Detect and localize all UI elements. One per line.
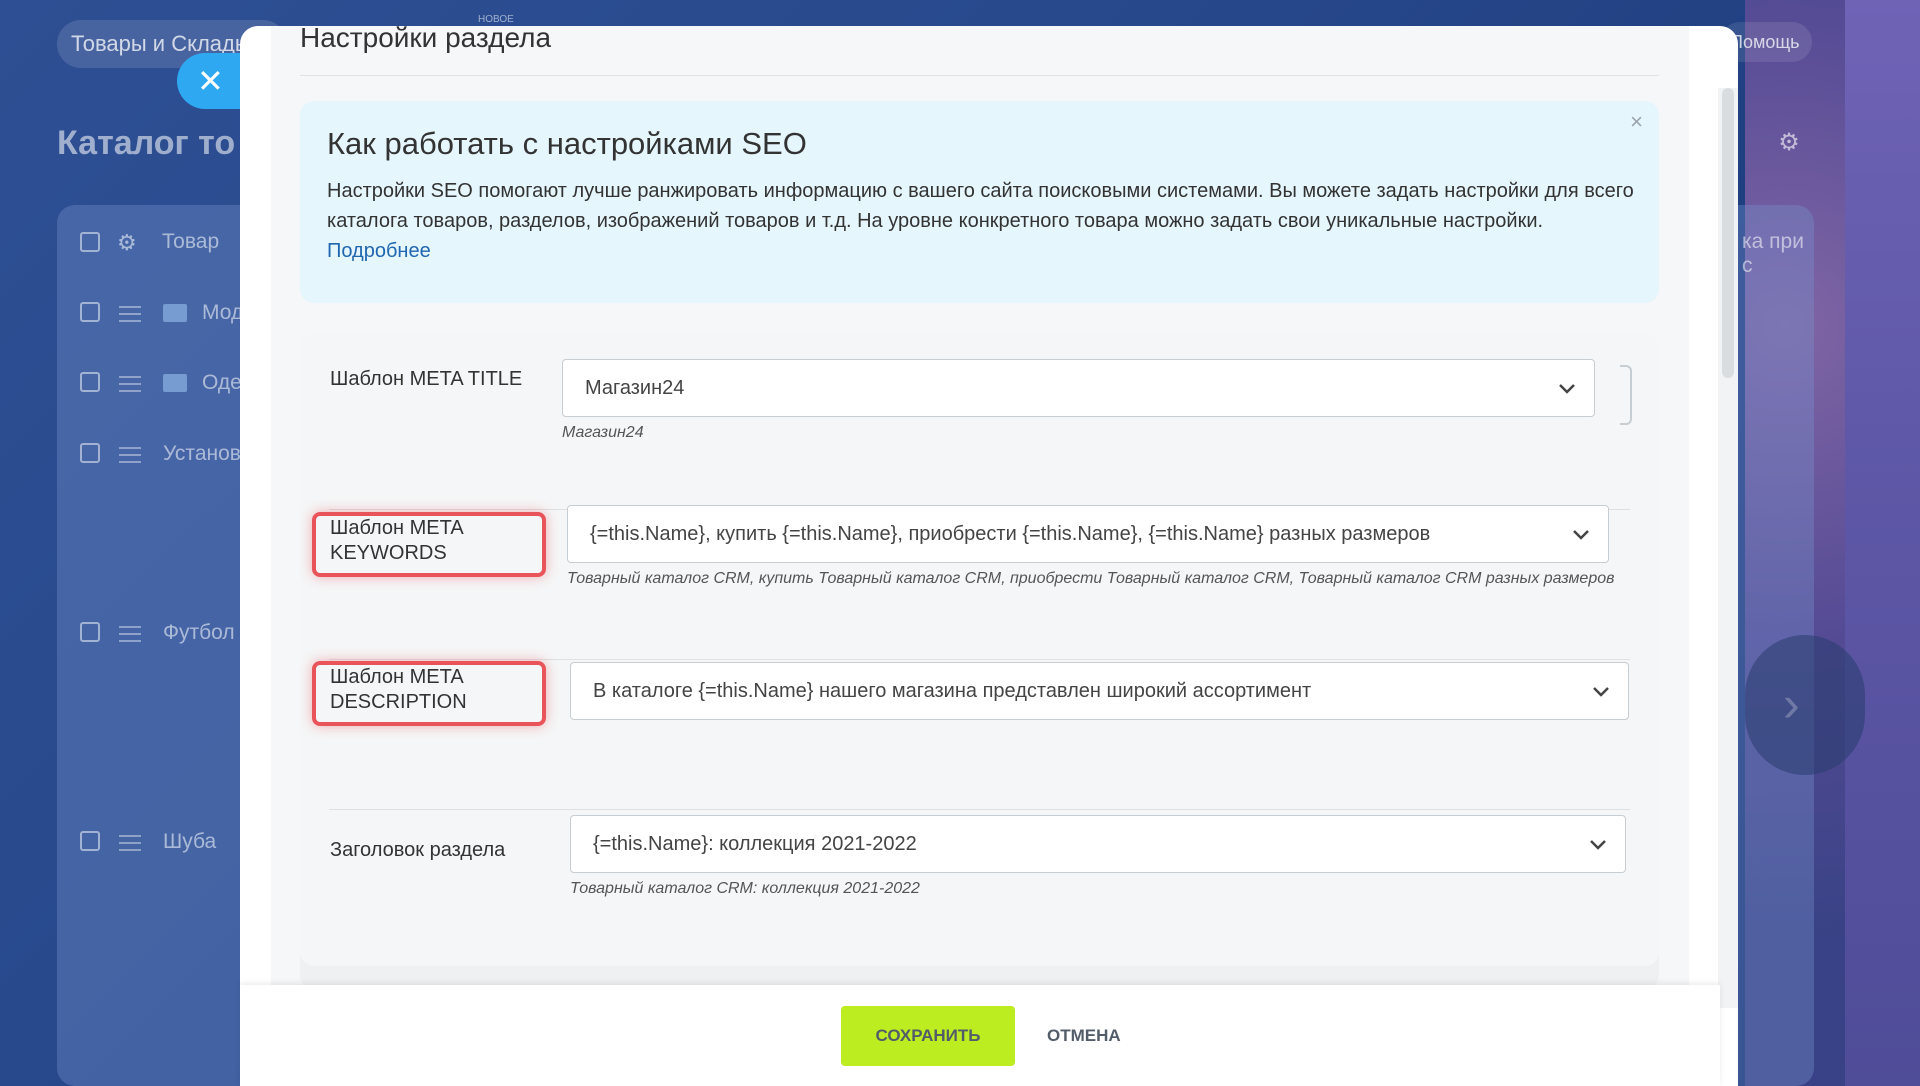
meta-title-value: Магазин24 <box>585 377 685 399</box>
row-checkbox[interactable] <box>80 302 100 322</box>
section-heading-label: Заголовок раздела <box>330 839 506 861</box>
info-close-icon[interactable]: × <box>1630 109 1643 135</box>
meta-keywords-hint: Товарный каталог CRM, купить Товарный ка… <box>567 570 1615 587</box>
table-row[interactable]: Шуба <box>163 830 216 854</box>
info-title: Как работать с настройками SEO <box>327 126 807 161</box>
section-heading-hint: Товарный каталог CRM: коллекция 2021-202… <box>570 880 920 897</box>
panel-title: Настройки раздела <box>300 22 552 53</box>
meta-keywords-select[interactable]: {=this.Name}, купить {=this.Name}, приоб… <box>567 505 1609 563</box>
meta-keywords-label: Шаблон META KEYWORDS <box>330 517 463 564</box>
close-icon: ✕ <box>197 63 224 99</box>
scrollbar-thumb[interactable] <box>1722 88 1734 378</box>
drag-handle-icon[interactable] <box>119 447 141 463</box>
row-checkbox[interactable] <box>80 622 100 642</box>
row-checkbox[interactable] <box>80 831 100 851</box>
section-settings-panel: Настройки раздела Как работать с настрой… <box>240 22 1738 1086</box>
chevron-down-icon <box>1592 663 1610 719</box>
meta-keywords-value: {=this.Name}, купить {=this.Name}, приоб… <box>590 523 1431 545</box>
save-button[interactable]: СОХРАНИТЬ <box>841 1006 1015 1066</box>
meta-title-hint: Магазин24 <box>562 424 644 441</box>
divider <box>329 809 1630 810</box>
meta-description-label: Шаблон META DESCRIPTION <box>330 666 467 713</box>
meta-description-select[interactable]: В каталоге {=this.Name} нашего магазина … <box>570 662 1629 720</box>
column-header-right[interactable]: ка при с <box>1742 230 1814 278</box>
meta-title-addon[interactable] <box>1620 365 1632 425</box>
seo-form: Шаблон META TITLE Магазин24 Магазин24 Ша… <box>300 334 1659 989</box>
table-row[interactable]: Установ <box>163 442 241 466</box>
chevron-right-icon: › <box>1783 676 1800 732</box>
drag-handle-icon[interactable] <box>119 835 141 851</box>
wallpaper-edge <box>1845 0 1920 1086</box>
folder-icon <box>163 304 187 322</box>
folder-icon <box>163 374 187 392</box>
table-row[interactable]: Мод <box>202 301 243 325</box>
info-text: Настройки SEO помогают лучше ранжировать… <box>327 176 1637 266</box>
info-description: Настройки SEO помогают лучше ранжировать… <box>327 180 1634 232</box>
panel-footer: СОХРАНИТЬ ОТМЕНА <box>240 985 1720 1086</box>
drag-handle-icon[interactable] <box>119 626 141 642</box>
more-link[interactable]: Подробнее <box>327 240 431 262</box>
seo-info-box: Как работать с настройками SEO Настройки… <box>300 101 1659 303</box>
meta-title-select[interactable]: Магазин24 <box>562 359 1595 417</box>
chevron-down-icon <box>1589 816 1607 872</box>
table-row[interactable]: Футбол <box>163 621 235 645</box>
table-row[interactable]: Оде <box>202 371 242 395</box>
drag-handle-icon[interactable] <box>119 376 141 392</box>
chevron-down-icon <box>1558 360 1576 416</box>
chevron-down-icon <box>1572 506 1590 562</box>
close-panel-button[interactable]: ✕ <box>177 53 247 109</box>
section-heading-select[interactable]: {=this.Name}: коллекция 2021-2022 <box>570 815 1626 873</box>
cancel-button[interactable]: ОТМЕНА <box>1037 1006 1131 1066</box>
column-header-product[interactable]: Товар <box>162 230 219 254</box>
settings-icon[interactable]: ⚙ <box>117 230 137 256</box>
gear-icon[interactable]: ⚙ <box>1772 126 1806 160</box>
select-all-checkbox[interactable] <box>80 232 100 252</box>
panel-header: Настройки раздела <box>300 22 1659 76</box>
section-heading-value: {=this.Name}: коллекция 2021-2022 <box>593 833 917 855</box>
next-arrow-button[interactable]: › <box>1745 635 1865 775</box>
meta-title-label: Шаблон META TITLE <box>330 368 523 390</box>
divider <box>329 659 1630 660</box>
meta-description-value: В каталоге {=this.Name} нашего магазина … <box>593 680 1312 702</box>
row-checkbox[interactable] <box>80 372 100 392</box>
page-title: Каталог то <box>57 124 236 162</box>
row-checkbox[interactable] <box>80 443 100 463</box>
drag-handle-icon[interactable] <box>119 306 141 322</box>
